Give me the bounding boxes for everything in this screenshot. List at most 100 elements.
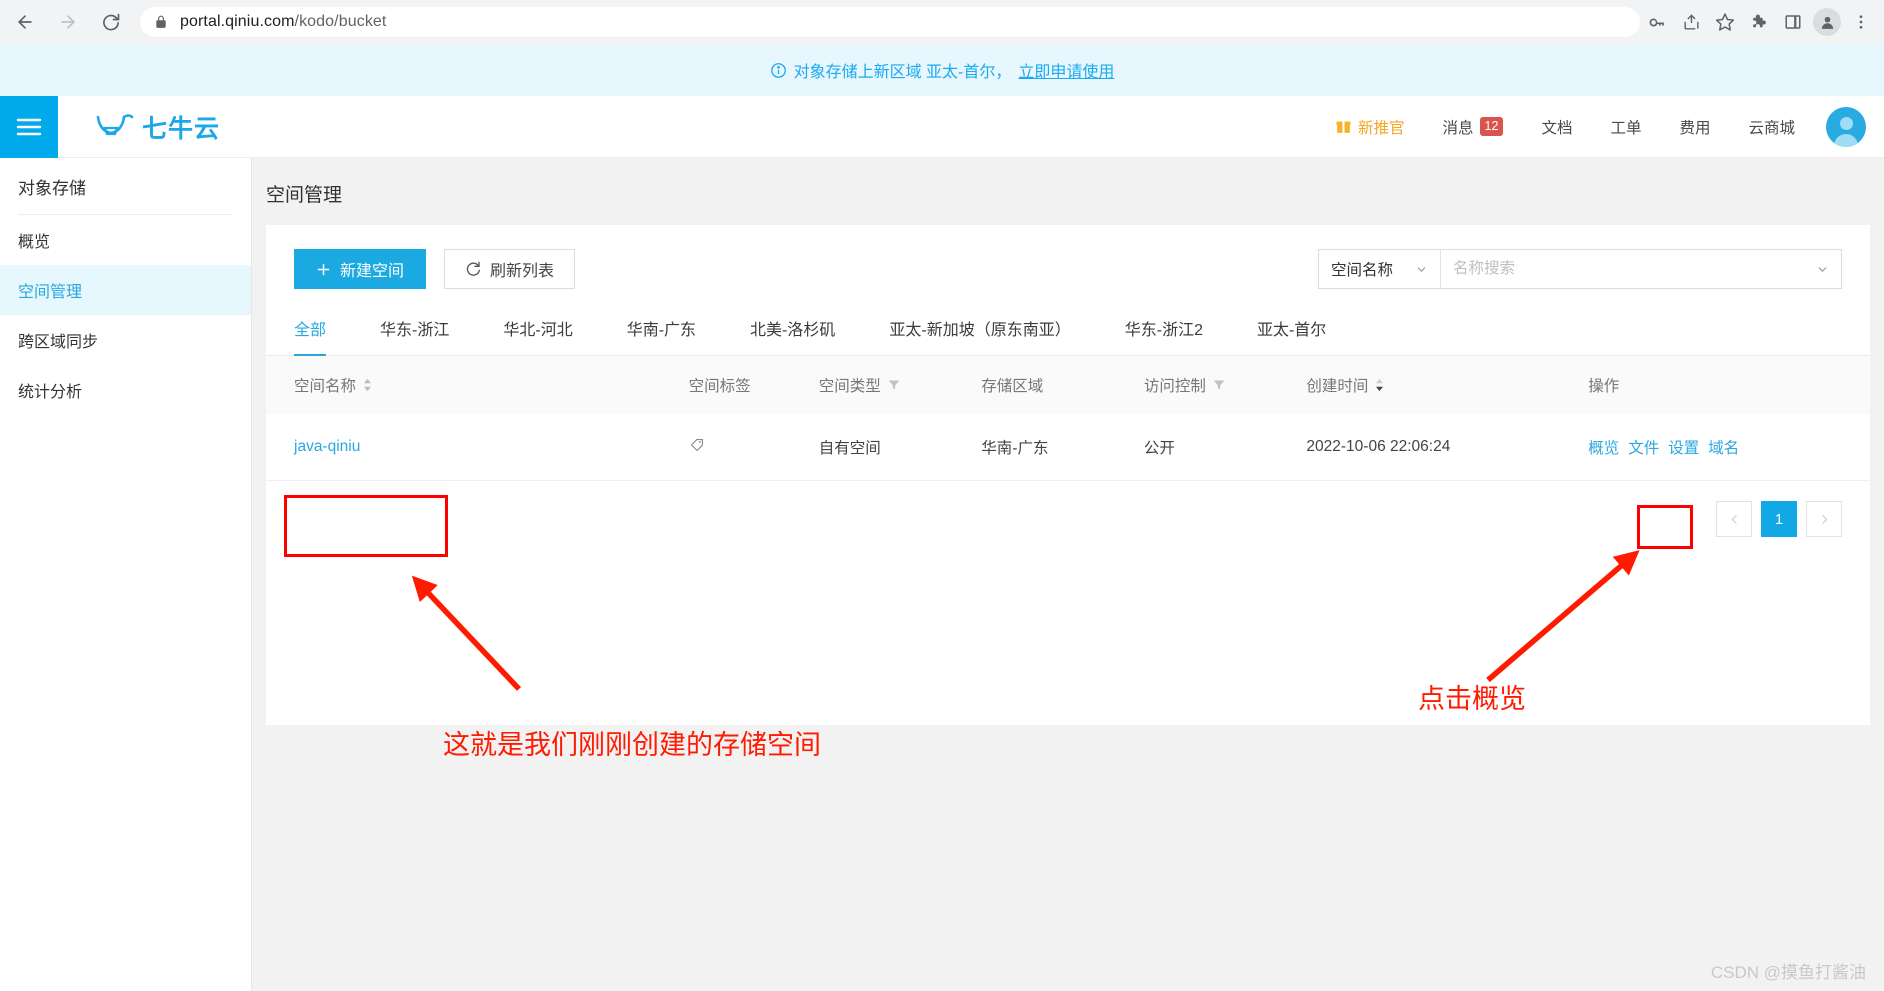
sort-icon[interactable]: [1375, 378, 1384, 392]
reload-icon[interactable]: [93, 2, 130, 42]
gift-icon: [1335, 118, 1352, 135]
kebab-menu-icon[interactable]: [1844, 5, 1878, 39]
sidebar-item-label: 空间管理: [18, 284, 83, 301]
refresh-icon: [465, 261, 481, 277]
region-tab-na-losangeles[interactable]: 北美-洛杉矶: [750, 306, 835, 356]
lock-icon: [154, 15, 168, 29]
region-tab-label: 华东-浙江: [380, 322, 450, 339]
region-tab-apac-seoul[interactable]: 亚太-首尔: [1257, 306, 1326, 356]
column-label: 空间标签: [688, 378, 751, 395]
search-input-wrap: [1441, 250, 1841, 288]
tag-icon[interactable]: [689, 436, 706, 453]
pagination-page-1[interactable]: 1: [1761, 501, 1797, 537]
plus-icon: [316, 262, 331, 277]
search-field-select[interactable]: 空间名称: [1319, 250, 1441, 288]
filter-icon[interactable]: [1213, 379, 1225, 391]
sidebar-item-cross-region-sync[interactable]: 跨区域同步: [0, 315, 251, 365]
region-tab-label: 亚太-新加坡（原东南亚）: [889, 322, 1071, 339]
chevron-down-icon[interactable]: [1816, 263, 1829, 276]
column-header-name[interactable]: 空间名称: [266, 356, 689, 414]
search-input[interactable]: [1453, 260, 1803, 278]
user-avatar-icon[interactable]: [1826, 106, 1866, 147]
create-bucket-button[interactable]: 新建空间: [294, 249, 427, 289]
column-label: 空间名称: [294, 378, 357, 395]
column-header-type[interactable]: 空间类型: [818, 356, 982, 414]
search-field-value: 空间名称: [1331, 262, 1394, 279]
region-tab-north-hebei[interactable]: 华北-河北: [503, 306, 572, 356]
message-count-badge: 12: [1479, 117, 1504, 136]
sidebar-item-bucket-management[interactable]: 空间管理: [0, 265, 251, 315]
header-nav-item-marketplace[interactable]: 云商城: [1729, 116, 1814, 138]
chevron-left-icon: [1728, 513, 1741, 526]
star-icon[interactable]: [1708, 5, 1742, 39]
row-action-domains[interactable]: 域名: [1708, 436, 1739, 458]
sidebar-item-label: 统计分析: [18, 384, 83, 401]
pagination-page-number: 1: [1774, 510, 1784, 528]
avatar-head: [1839, 116, 1853, 130]
row-action-files[interactable]: 文件: [1628, 436, 1659, 458]
column-label: 创建时间: [1306, 378, 1369, 395]
brand-logo[interactable]: 七牛云: [94, 109, 220, 145]
column-header-region: 存储区域: [981, 356, 1144, 414]
share-icon[interactable]: [1674, 5, 1708, 39]
toolbar: 新建空间 刷新列表 空间名称: [266, 225, 1870, 305]
create-bucket-label: 新建空间: [340, 263, 405, 280]
region-tabs: 全部 华东-浙江 华北-河北 华南-广东 北美-洛杉矶 亚太-新加坡（原东南亚）…: [266, 305, 1870, 356]
region-tab-east-zhejiang2[interactable]: 华东-浙江2: [1125, 306, 1203, 356]
chevron-down-icon: [1415, 263, 1428, 276]
sidebar-item-label: 概览: [18, 234, 51, 251]
filter-icon[interactable]: [888, 379, 900, 391]
table-header-row: 空间名称 空间标签 空间类型 存储区域 访问控制 创建时间 操作: [266, 356, 1870, 414]
column-header-acl[interactable]: 访问控制: [1143, 356, 1307, 414]
column-header-created[interactable]: 创建时间: [1306, 356, 1589, 414]
row-action-settings[interactable]: 设置: [1668, 436, 1699, 458]
site-header: 七牛云 新推官 消息 12 文档 工单 费用 云商城: [0, 95, 1884, 158]
profile-avatar-icon[interactable]: [1813, 8, 1841, 36]
header-nav-item-tickets[interactable]: 工单: [1591, 116, 1660, 138]
notice-apply-link[interactable]: 立即申请使用: [1018, 58, 1114, 82]
region-tab-label: 华东-浙江2: [1124, 322, 1203, 339]
brand-name: 七牛云: [142, 114, 221, 143]
sidebar-item-overview[interactable]: 概览: [0, 215, 251, 265]
back-arrow-icon[interactable]: [6, 2, 43, 42]
pagination-next-button[interactable]: [1806, 501, 1842, 537]
side-panel-icon[interactable]: [1776, 5, 1810, 39]
region-tab-label: 华南-广东: [626, 322, 697, 339]
sidebar-item-statistics[interactable]: 统计分析: [0, 365, 251, 415]
cell-bucket-created: 2022-10-06 22:06:24: [1306, 414, 1589, 481]
hamburger-menu-icon[interactable]: [0, 95, 58, 158]
bucket-table: 空间名称 空间标签 空间类型 存储区域 访问控制 创建时间 操作 java-qi…: [266, 356, 1870, 481]
refresh-list-button[interactable]: 刷新列表: [444, 249, 576, 289]
region-tab-apac-singapore[interactable]: 亚太-新加坡（原东南亚）: [889, 306, 1070, 356]
region-tab-all[interactable]: 全部: [294, 306, 327, 356]
region-tab-south-guangdong[interactable]: 华南-广东: [627, 306, 696, 356]
header-nav-item-docs[interactable]: 文档: [1522, 116, 1591, 138]
cell-bucket-type: 自有空间: [818, 414, 982, 481]
url-text: portal.qiniu.com/kodo/bucket: [179, 13, 387, 30]
sort-icon[interactable]: [363, 378, 372, 392]
row-action-overview[interactable]: 概览: [1588, 436, 1619, 458]
qiniu-bull-logo-icon: [94, 112, 136, 142]
header-nav-item-messages[interactable]: 消息 12: [1424, 116, 1523, 138]
cell-bucket-acl: 公开: [1143, 414, 1307, 481]
header-nav-item-promoter[interactable]: 新推官: [1316, 116, 1424, 138]
chevron-right-icon: [1818, 513, 1831, 526]
content-card: 新建空间 刷新列表 空间名称 名称搜索 全部 华东-浙江 华北-河北 华南-广东…: [266, 225, 1870, 725]
notice-banner: 对象存储上新区域 亚太-首尔， 立即申请使用: [0, 44, 1884, 96]
key-icon[interactable]: [1640, 5, 1674, 39]
table-head: 空间名称 空间标签 空间类型 存储区域 访问控制 创建时间 操作: [266, 356, 1870, 414]
chrome-toolbar-actions: [1640, 5, 1884, 39]
bucket-name-link[interactable]: java-qiniu: [294, 438, 360, 455]
pagination-prev-button[interactable]: [1716, 501, 1752, 537]
cell-bucket-actions: 概览 文件 设置 域名: [1588, 414, 1870, 481]
header-nav-item-billing[interactable]: 费用: [1660, 116, 1729, 138]
region-tab-east-zhejiang[interactable]: 华东-浙江: [380, 306, 449, 356]
forward-arrow-icon[interactable]: [49, 2, 86, 42]
address-bar[interactable]: portal.qiniu.com/kodo/bucket: [139, 7, 1640, 37]
cell-bucket-tag: [688, 414, 819, 481]
column-header-tag: 空间标签: [688, 356, 819, 414]
header-nav-label: 文档: [1541, 119, 1573, 137]
header-nav-label: 新推官: [1358, 119, 1405, 137]
puzzle-icon[interactable]: [1742, 5, 1776, 39]
avatar-body: [1834, 133, 1858, 147]
